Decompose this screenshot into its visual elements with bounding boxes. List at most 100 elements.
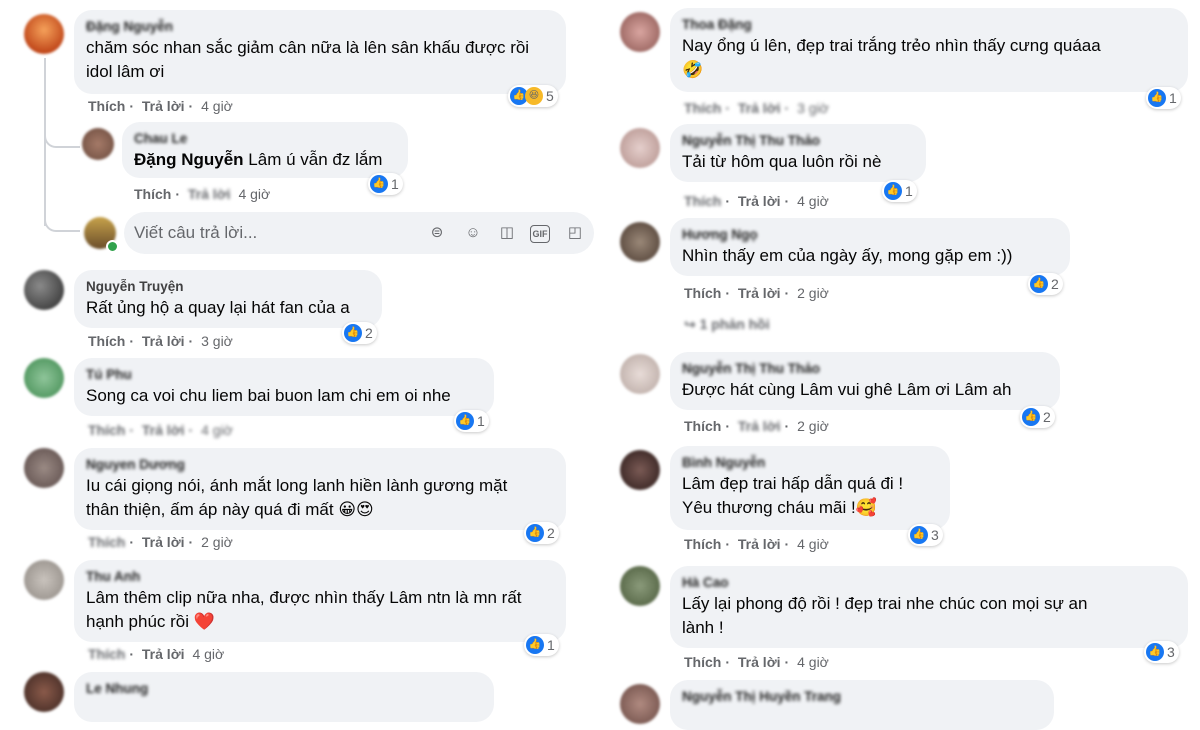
timestamp[interactable]: 4 giờ: [238, 186, 270, 202]
reply-link[interactable]: Trả lời: [142, 646, 185, 662]
comment-author[interactable]: Nguyễn Thị Thu Thảo: [682, 360, 1048, 378]
timestamp[interactable]: 2 giờ: [797, 285, 829, 301]
comment-bubble: Chau Le Đặng Nguyễn Lâm ú vẫn đz lắm: [122, 122, 408, 178]
comment-author[interactable]: Nguyễn Thị Huyền Trang: [682, 688, 1042, 706]
thread-connector: [44, 202, 80, 232]
comment-actions: Thích · Trả lời · 4 giờ: [684, 193, 829, 209]
timestamp[interactable]: 2 giờ: [201, 534, 233, 550]
like-link[interactable]: Thích: [88, 98, 125, 114]
reply-link[interactable]: Trả lời: [142, 534, 185, 550]
like-link[interactable]: Thích: [88, 646, 125, 662]
reaction-count[interactable]: 👍 1: [882, 180, 917, 202]
timestamp[interactable]: 4 giờ: [797, 536, 829, 552]
like-link[interactable]: Thích: [684, 193, 721, 209]
comment-author[interactable]: Hà Cao: [682, 574, 1176, 592]
comment-bubble: Bình Nguyễn Lâm đẹp trai hấp dẫn quá đi …: [670, 446, 950, 530]
comment-actions: Thích · Trả lời · 3 giờ: [88, 333, 233, 349]
reply-link[interactable]: Trả lời: [188, 186, 231, 202]
comment-author[interactable]: Thoa Đặng: [682, 16, 1176, 34]
gif-icon[interactable]: GIF: [530, 225, 550, 243]
avatar[interactable]: [620, 354, 660, 394]
comment-author[interactable]: Nguyễn Truyện: [86, 278, 370, 296]
reaction-count[interactable]: 👍 1: [368, 173, 403, 195]
like-link[interactable]: Thích: [684, 100, 721, 116]
comment-author[interactable]: Đặng Nguyễn: [86, 18, 554, 36]
avatar[interactable]: [620, 128, 660, 168]
reply-link[interactable]: Trả lời: [142, 422, 185, 438]
reply-input[interactable]: Viết câu trả lời... ⊜ ☺ ◫ GIF ◰: [124, 212, 594, 254]
timestamp[interactable]: 3 giờ: [201, 333, 233, 349]
reaction-count[interactable]: 👍 2: [1020, 406, 1055, 428]
avatar[interactable]: [620, 222, 660, 262]
like-link[interactable]: Thích: [88, 534, 125, 550]
comment-author[interactable]: Chau Le: [134, 130, 396, 148]
comment-author[interactable]: Tú Phu: [86, 366, 482, 384]
timestamp[interactable]: 4 giờ: [797, 193, 829, 209]
like-link[interactable]: Thích: [684, 285, 721, 301]
reaction-count[interactable]: 👍 1: [1146, 87, 1181, 109]
timestamp[interactable]: 4 giờ: [201, 98, 233, 114]
mention[interactable]: Đặng Nguyễn: [134, 150, 244, 169]
comment-bubble: Nguyễn Thị Huyền Trang: [670, 680, 1054, 730]
timestamp[interactable]: 4 giờ: [201, 422, 233, 438]
avatar[interactable]: [24, 448, 64, 488]
like-icon: 👍: [526, 524, 544, 542]
comment-text: Nhìn thấy em của ngày ấy, mong gặp em :)…: [682, 246, 1013, 265]
reaction-count[interactable]: 👍 😆 5: [508, 85, 558, 107]
reply-link[interactable]: Trả lời: [738, 193, 781, 209]
like-link[interactable]: Thích: [88, 422, 125, 438]
comment-author[interactable]: Nguyen Dương: [86, 456, 554, 474]
avatar[interactable]: [82, 128, 114, 160]
comment-author[interactable]: Hương Ngọ: [682, 226, 1058, 244]
view-replies-link[interactable]: ↪ 1 phản hồi: [684, 316, 774, 333]
avatar[interactable]: [24, 358, 64, 398]
like-link[interactable]: Thích: [88, 333, 125, 349]
avatar[interactable]: [24, 14, 64, 54]
reaction-count[interactable]: 👍 3: [908, 524, 943, 546]
like-link[interactable]: Thích: [684, 536, 721, 552]
like-icon: 👍: [1146, 643, 1164, 661]
reaction-count[interactable]: 👍 2: [524, 522, 559, 544]
reaction-count[interactable]: 👍 3: [1144, 641, 1179, 663]
timestamp[interactable]: 2 giờ: [797, 418, 829, 434]
avatar[interactable]: [24, 560, 64, 600]
comment-text: Lâm thêm clip nữa nha, được nhìn thấy Lâ…: [86, 588, 522, 631]
reaction-count[interactable]: 👍 2: [1028, 273, 1063, 295]
reply-link[interactable]: Trả lời: [738, 654, 781, 670]
emoji-icon[interactable]: ☺: [462, 222, 484, 244]
like-icon: 👍: [456, 412, 474, 430]
comment-author[interactable]: Le Nhung: [86, 680, 482, 698]
like-link[interactable]: Thích: [684, 654, 721, 670]
reaction-count[interactable]: 👍 1: [454, 410, 489, 432]
reply-link[interactable]: Trả lời: [142, 333, 185, 349]
reaction-count[interactable]: 👍 1: [524, 634, 559, 656]
reply-link[interactable]: Trả lời: [738, 418, 781, 434]
reaction-count[interactable]: 👍 2: [342, 322, 377, 344]
comment-author[interactable]: Nguyễn Thị Thu Thảo: [682, 132, 914, 150]
comment-text: chăm sóc nhan sắc giảm cân nữa là lên sâ…: [86, 38, 530, 81]
avatar[interactable]: [620, 12, 660, 52]
avatar[interactable]: [24, 672, 64, 712]
avatar[interactable]: [620, 566, 660, 606]
reply-link[interactable]: Trả lời: [738, 536, 781, 552]
avatar[interactable]: [620, 684, 660, 724]
sticker-icon[interactable]: ◰: [564, 222, 586, 244]
comment-bubble: Thu Anh Lâm thêm clip nữa nha, được nhìn…: [74, 560, 566, 642]
like-link[interactable]: Thích: [684, 418, 721, 434]
avatar[interactable]: [24, 270, 64, 310]
reply-link[interactable]: Trả lời: [142, 98, 185, 114]
sticker-small-icon[interactable]: ⊜: [426, 222, 448, 244]
like-icon: 👍: [1022, 408, 1040, 426]
comment-author[interactable]: Bình Nguyễn: [682, 454, 938, 472]
avatar[interactable]: [620, 450, 660, 490]
timestamp[interactable]: 3 giờ: [797, 100, 829, 116]
comment-text: Lấy lại phong độ rồi ! đẹp trai nhe chúc…: [682, 594, 1088, 637]
comment-author[interactable]: Thu Anh: [86, 568, 554, 586]
like-link[interactable]: Thích: [134, 186, 171, 202]
comment-text: Tải từ hôm qua luôn rồi nè: [682, 152, 882, 171]
camera-icon[interactable]: ◫: [496, 222, 518, 244]
timestamp[interactable]: 4 giờ: [192, 646, 224, 662]
timestamp[interactable]: 4 giờ: [797, 654, 829, 670]
reply-link[interactable]: Trả lời: [738, 285, 781, 301]
reply-link[interactable]: Trả lời: [738, 100, 781, 116]
